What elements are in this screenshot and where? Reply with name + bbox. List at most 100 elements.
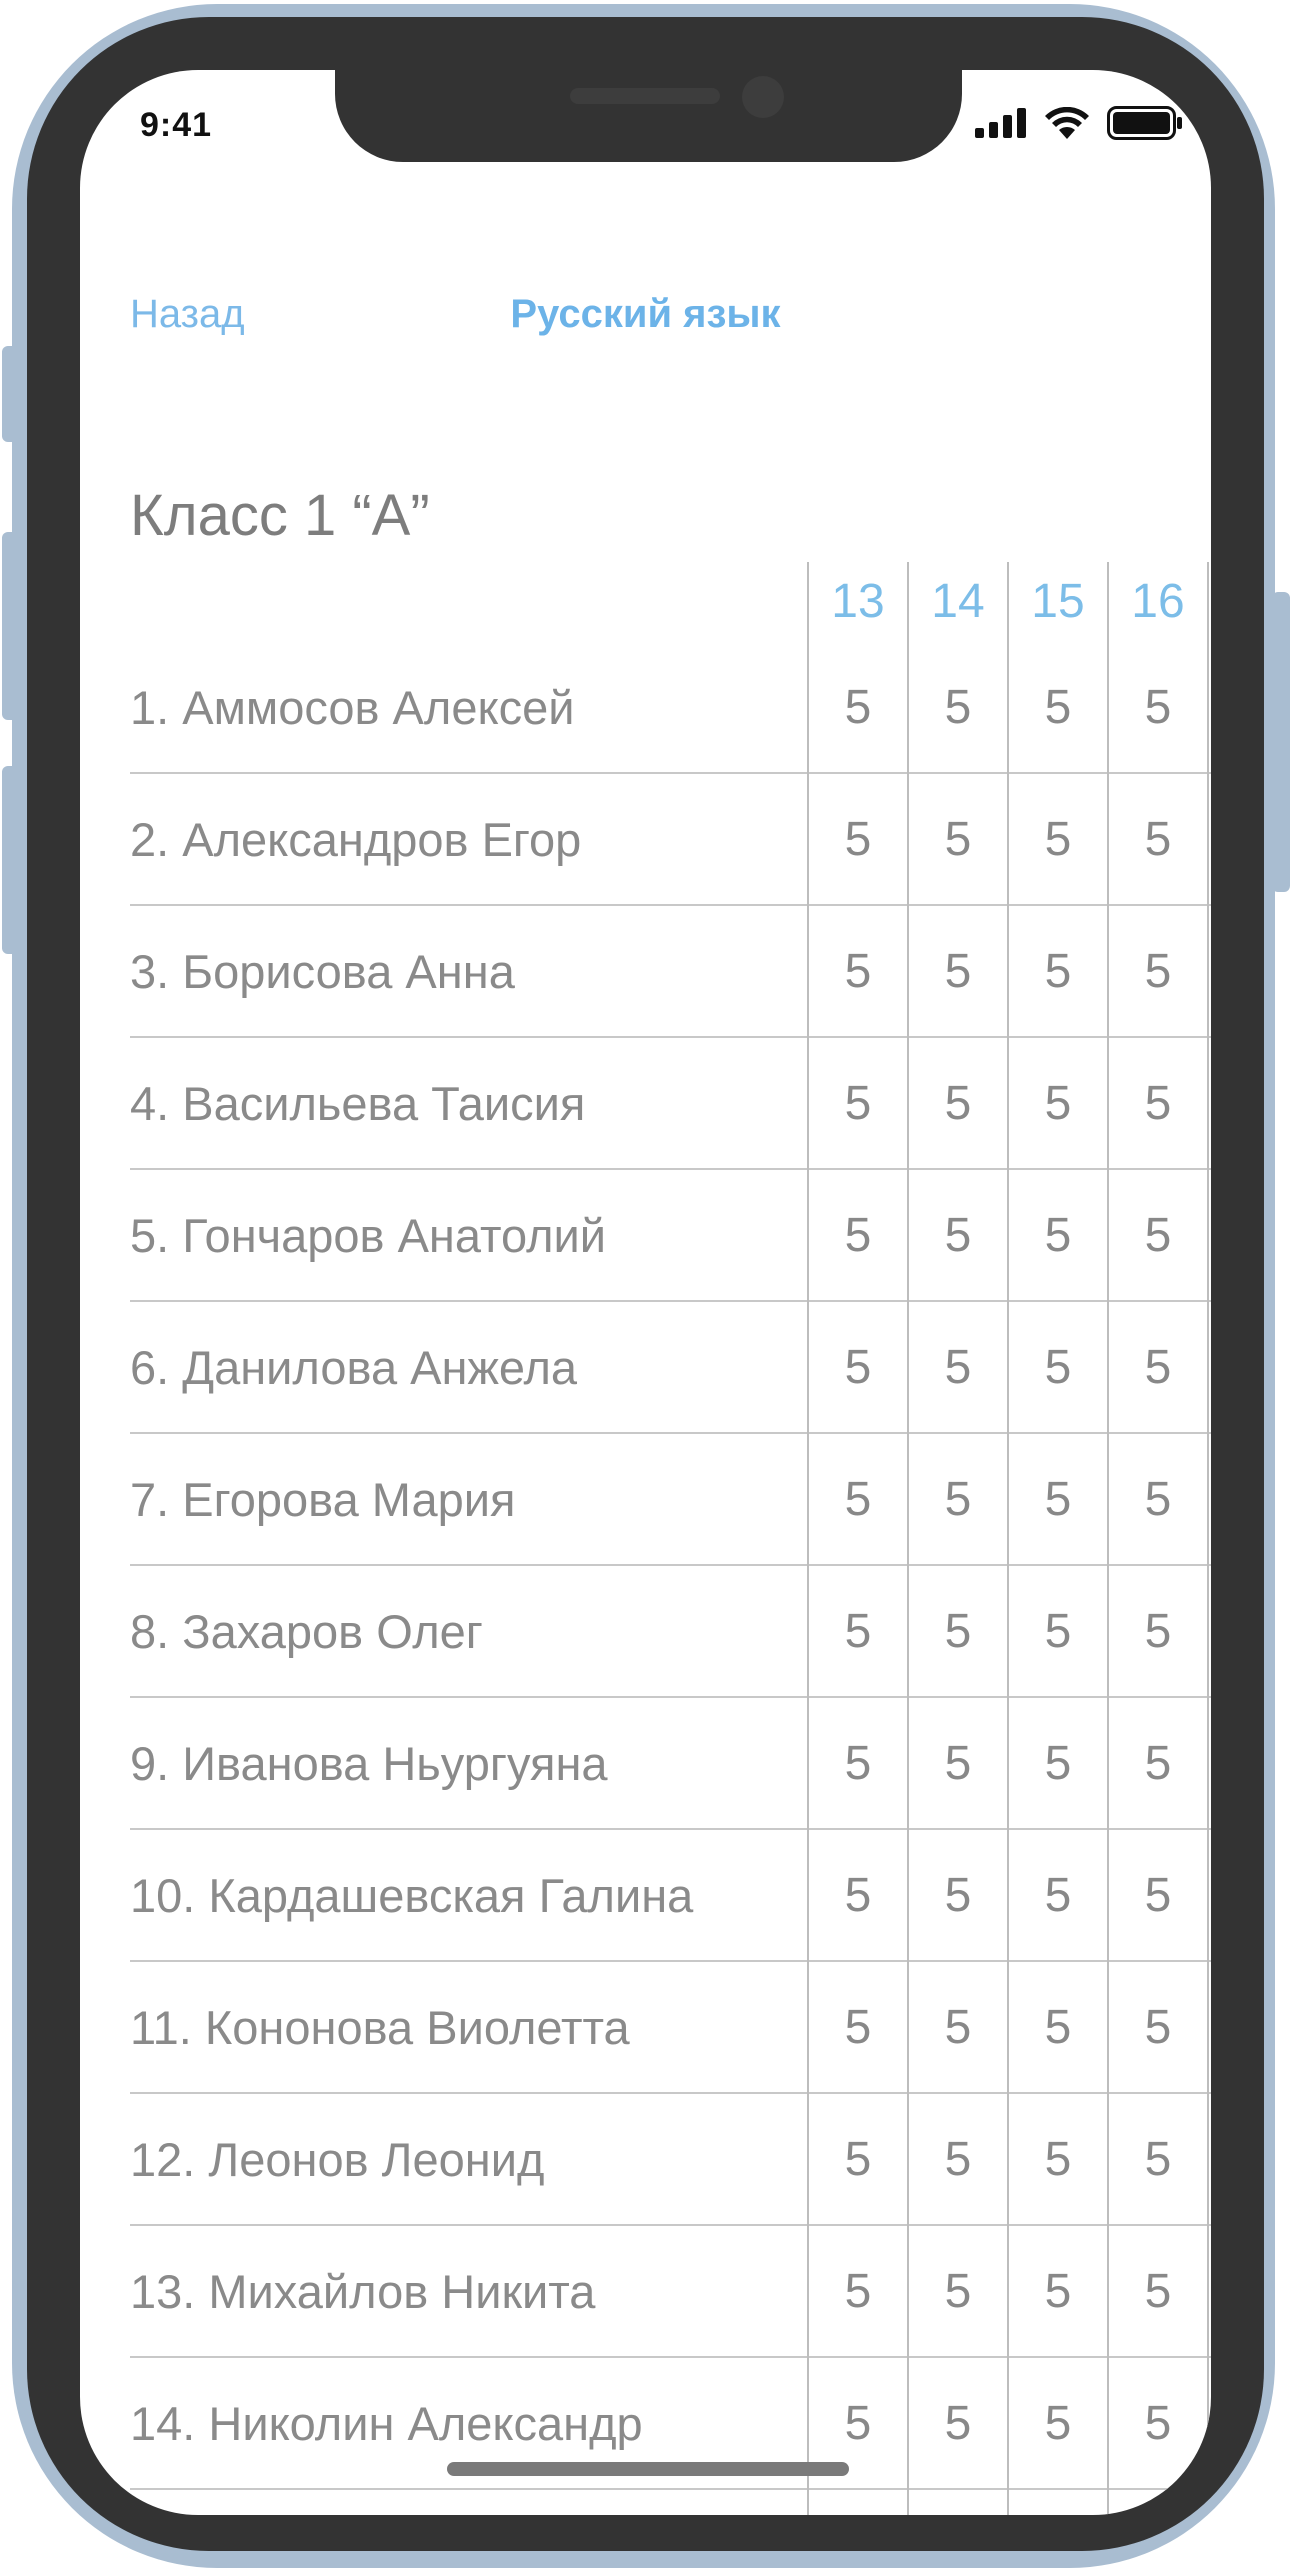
battery-icon [1107,106,1182,140]
status-time: 9:41 [140,106,213,144]
grade-cell[interactable]: 5 [1008,2226,1108,2356]
phone-mockup: 9:41 Назад Русский язык Класс 1 “А” 13 1… [0,0,1293,2574]
grade-cell[interactable]: 5 [1008,642,1108,772]
grade-cell[interactable]: 5 [908,2358,1008,2488]
student-name[interactable]: 6. Данилова Анжела [130,1302,577,1432]
student-row: 7. Егорова Мария 5 5 5 5 [130,1434,1211,1566]
grade-cell[interactable]: 5 [908,1566,1008,1696]
grade-cell[interactable]: 5 [1108,906,1208,1036]
grade-cell[interactable]: 5 [1008,774,1108,904]
student-name[interactable]: 4. Васильева Таисия [130,1038,585,1168]
cellular-signal-icon [975,108,1026,138]
column-divider [1107,562,1109,2515]
day-header[interactable]: 15 [1008,562,1108,642]
grade-cell[interactable]: 5 [1108,774,1208,904]
column-divider [907,562,909,2515]
class-title: Класс 1 “А” [130,483,430,548]
grade-cell[interactable]: 5 [1008,1830,1108,1960]
grade-cell[interactable]: 5 [1108,1170,1208,1300]
day-header[interactable]: 13 [808,562,908,642]
wifi-icon [1045,107,1089,139]
grade-cell[interactable]: 5 [908,1170,1008,1300]
grade-cell[interactable]: 5 [1008,1038,1108,1168]
student-name[interactable]: 5. Гончаров Анатолий [130,1170,606,1300]
grade-cell[interactable]: 5 [1008,2358,1108,2488]
student-name[interactable]: 3. Борисова Анна [130,906,515,1036]
day-header[interactable]: 14 [908,562,1008,642]
student-name[interactable]: 10. Кардашевская Галина [130,1830,693,1960]
grade-cell[interactable]: 5 [1108,1830,1208,1960]
column-divider [1007,562,1009,2515]
grade-cell[interactable]: 5 [1008,1698,1108,1828]
grade-cell[interactable]: 5 [1108,2226,1208,2356]
grade-cell[interactable]: 5 [1008,2094,1108,2224]
student-name[interactable]: 12. Леонов Леонид [130,2094,544,2224]
day-header[interactable]: 16 [1108,562,1208,642]
student-name[interactable]: 1. Аммосов Алексей [130,642,574,772]
grade-cell[interactable]: 5 [908,2094,1008,2224]
grade-cell[interactable]: 5 [808,906,908,1036]
grade-cell[interactable]: 5 [1008,906,1108,1036]
grade-cell[interactable]: 5 [908,1962,1008,2092]
student-row: 13. Михайлов Никита 5 5 5 5 [130,2226,1211,2358]
grade-cell[interactable]: 5 [908,1038,1008,1168]
home-indicator [447,2462,849,2476]
grade-cell[interactable]: 5 [1008,1170,1108,1300]
student-row: 1. Аммосов Алексей 5 5 5 5 [130,642,1211,774]
grade-cell[interactable]: 5 [808,642,908,772]
front-camera [742,76,784,118]
grade-cell[interactable]: 5 [808,1698,908,1828]
grade-cell[interactable]: 5 [808,1434,908,1564]
column-divider [1207,562,1209,2515]
grade-cell[interactable]: 5 [908,1434,1008,1564]
grade-cell[interactable]: 5 [808,1302,908,1432]
grade-cell[interactable]: 5 [1108,2094,1208,2224]
grade-cell[interactable]: 5 [1008,1302,1108,1432]
student-name[interactable]: 11. Кононова Виолетта [130,1962,630,2092]
student-row: 6. Данилова Анжела 5 5 5 5 [130,1302,1211,1434]
student-row: 5. Гончаров Анатолий 5 5 5 5 [130,1170,1211,1302]
grade-cell[interactable]: 5 [1108,1038,1208,1168]
student-row: 10. Кардашевская Галина 5 5 5 5 [130,1830,1211,1962]
silent-switch [2,346,20,442]
grade-cell[interactable]: 5 [1108,1962,1208,2092]
notch [335,70,962,162]
grade-cell[interactable]: 5 [908,1302,1008,1432]
status-icons [975,106,1183,140]
volume-down-button [2,766,20,954]
grade-cell[interactable]: 5 [808,1170,908,1300]
grade-cell[interactable]: 5 [1108,1698,1208,1828]
grade-cell[interactable]: 5 [908,2226,1008,2356]
student-name[interactable]: 9. Иванова Ньургуяна [130,1698,608,1828]
grade-cell[interactable]: 5 [908,774,1008,904]
grade-cell[interactable]: 5 [1108,1302,1208,1432]
grade-cell[interactable]: 5 [1008,1434,1108,1564]
grade-cell[interactable]: 5 [808,2226,908,2356]
grade-cell[interactable]: 5 [908,906,1008,1036]
grade-cell[interactable]: 5 [1008,1566,1108,1696]
student-name[interactable]: 2. Александров Егор [130,774,581,904]
student-name[interactable]: 7. Егорова Мария [130,1434,515,1564]
student-row: 4. Васильева Таисия 5 5 5 5 [130,1038,1211,1170]
grade-cell[interactable]: 5 [808,774,908,904]
column-divider [807,562,809,2515]
student-row: 11. Кононова Виолетта 5 5 5 5 [130,1962,1211,2094]
grade-cell[interactable]: 5 [1108,642,1208,772]
screen: 9:41 Назад Русский язык Класс 1 “А” 13 1… [80,70,1211,2515]
student-row: 2. Александров Егор 5 5 5 5 [130,774,1211,906]
grade-cell[interactable]: 5 [808,2094,908,2224]
grade-cell[interactable]: 5 [808,1038,908,1168]
grade-cell[interactable]: 5 [808,1566,908,1696]
grade-cell[interactable]: 5 [1108,2358,1208,2488]
student-rows: 1. Аммосов Алексей 5 5 5 5 2. Александров Его… [130,642,1211,2490]
student-name[interactable]: 13. Михайлов Никита [130,2226,595,2356]
grade-cell[interactable]: 5 [1008,1962,1108,2092]
student-name[interactable]: 8. Захаров Олег [130,1566,483,1696]
grade-cell[interactable]: 5 [808,1830,908,1960]
grade-cell[interactable]: 5 [908,1698,1008,1828]
grade-cell[interactable]: 5 [1108,1434,1208,1564]
grade-cell[interactable]: 5 [908,1830,1008,1960]
grade-cell[interactable]: 5 [808,1962,908,2092]
grade-cell[interactable]: 5 [908,642,1008,772]
grade-cell[interactable]: 5 [1108,1566,1208,1696]
